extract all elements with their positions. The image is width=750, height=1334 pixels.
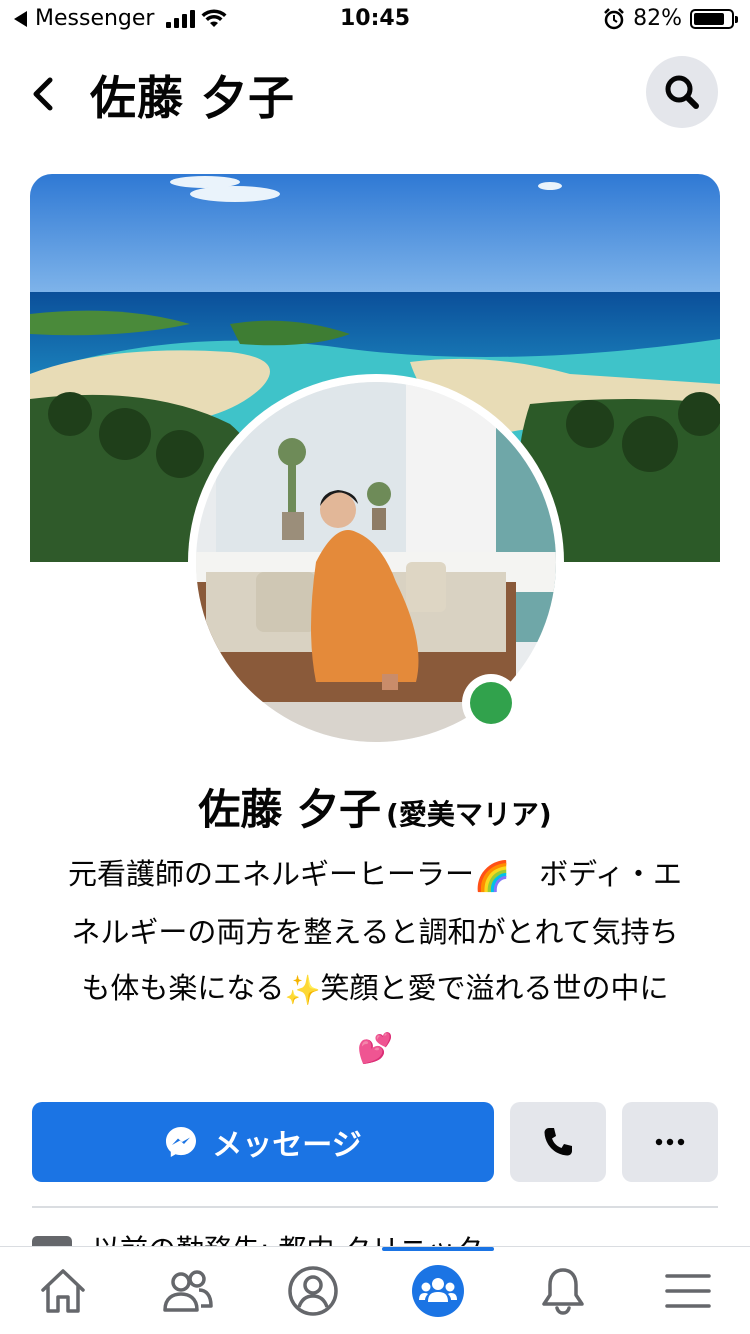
- section-divider: [32, 1206, 718, 1208]
- more-icon: [655, 1138, 685, 1146]
- profile-name-alt: (愛美マリア): [386, 798, 552, 831]
- sparkles-icon: ✨: [284, 973, 321, 1007]
- message-button[interactable]: メッセージ: [32, 1102, 494, 1182]
- messenger-icon: [166, 1127, 197, 1157]
- tab-home[interactable]: [0, 1247, 125, 1334]
- bio-line-2: ネルギーの両方を整えると調和がとれて気持ち: [71, 915, 679, 949]
- tab-menu[interactable]: [625, 1247, 750, 1334]
- profile-name-main: 佐藤 夕子: [198, 785, 381, 834]
- bio-line-3b: 笑顔と愛で溢れる世の中に: [320, 971, 669, 1005]
- call-button[interactable]: [510, 1102, 606, 1182]
- status-bar: Messenger 10:45 82%: [0, 0, 750, 40]
- profile-header: 佐藤 夕子: [0, 50, 750, 140]
- rainbow-icon: 🌈: [473, 859, 511, 893]
- intro-workplace-row[interactable]: 以前の勤務先: 都内 クリニック: [32, 1226, 718, 1246]
- message-button-label: メッセージ: [212, 1128, 362, 1163]
- menu-icon: [664, 1274, 711, 1308]
- friends-icon: [162, 1270, 213, 1312]
- battery-icon: [690, 8, 738, 29]
- profile-actions: メッセージ: [32, 1102, 718, 1182]
- more-options-button[interactable]: [622, 1102, 718, 1182]
- search-button[interactable]: [646, 56, 718, 128]
- search-icon: [665, 75, 699, 109]
- profile-name: 佐藤 夕子 (愛美マリア): [0, 776, 750, 837]
- profile-bio: 元看護師のエネルギーヒーラー🌈 ボディ・エ ネルギーの両方を整えると調和がとれて…: [30, 846, 720, 1076]
- phone-icon: [544, 1128, 572, 1156]
- profile-icon: [287, 1266, 338, 1316]
- bell-icon: [541, 1268, 584, 1315]
- chevron-left-icon: [33, 77, 53, 111]
- briefcase-icon: [32, 1236, 72, 1246]
- intro-workplace-text: 以前の勤務先: 都内 クリニック: [92, 1228, 483, 1246]
- tab-profile[interactable]: [250, 1247, 375, 1334]
- home-icon: [40, 1269, 85, 1313]
- tab-notifications[interactable]: [500, 1247, 625, 1334]
- bio-line-3a: も体も楽になる: [81, 971, 285, 1005]
- bio-line-1b: ボディ・エ: [539, 857, 683, 891]
- page-title: 佐藤 夕子: [90, 71, 296, 125]
- back-button[interactable]: [24, 70, 64, 118]
- bottom-tab-bar: [0, 1246, 750, 1334]
- bio-line-1: 元看護師のエネルギーヒーラー: [67, 857, 474, 891]
- tab-groups[interactable]: [375, 1247, 500, 1334]
- online-status-dot: [462, 674, 520, 732]
- battery-percent: 82%: [633, 6, 682, 31]
- two-hearts-icon: 💕: [356, 1031, 394, 1065]
- alarm-icon: [604, 7, 624, 29]
- tab-friends[interactable]: [125, 1247, 250, 1334]
- groups-icon: [411, 1265, 464, 1317]
